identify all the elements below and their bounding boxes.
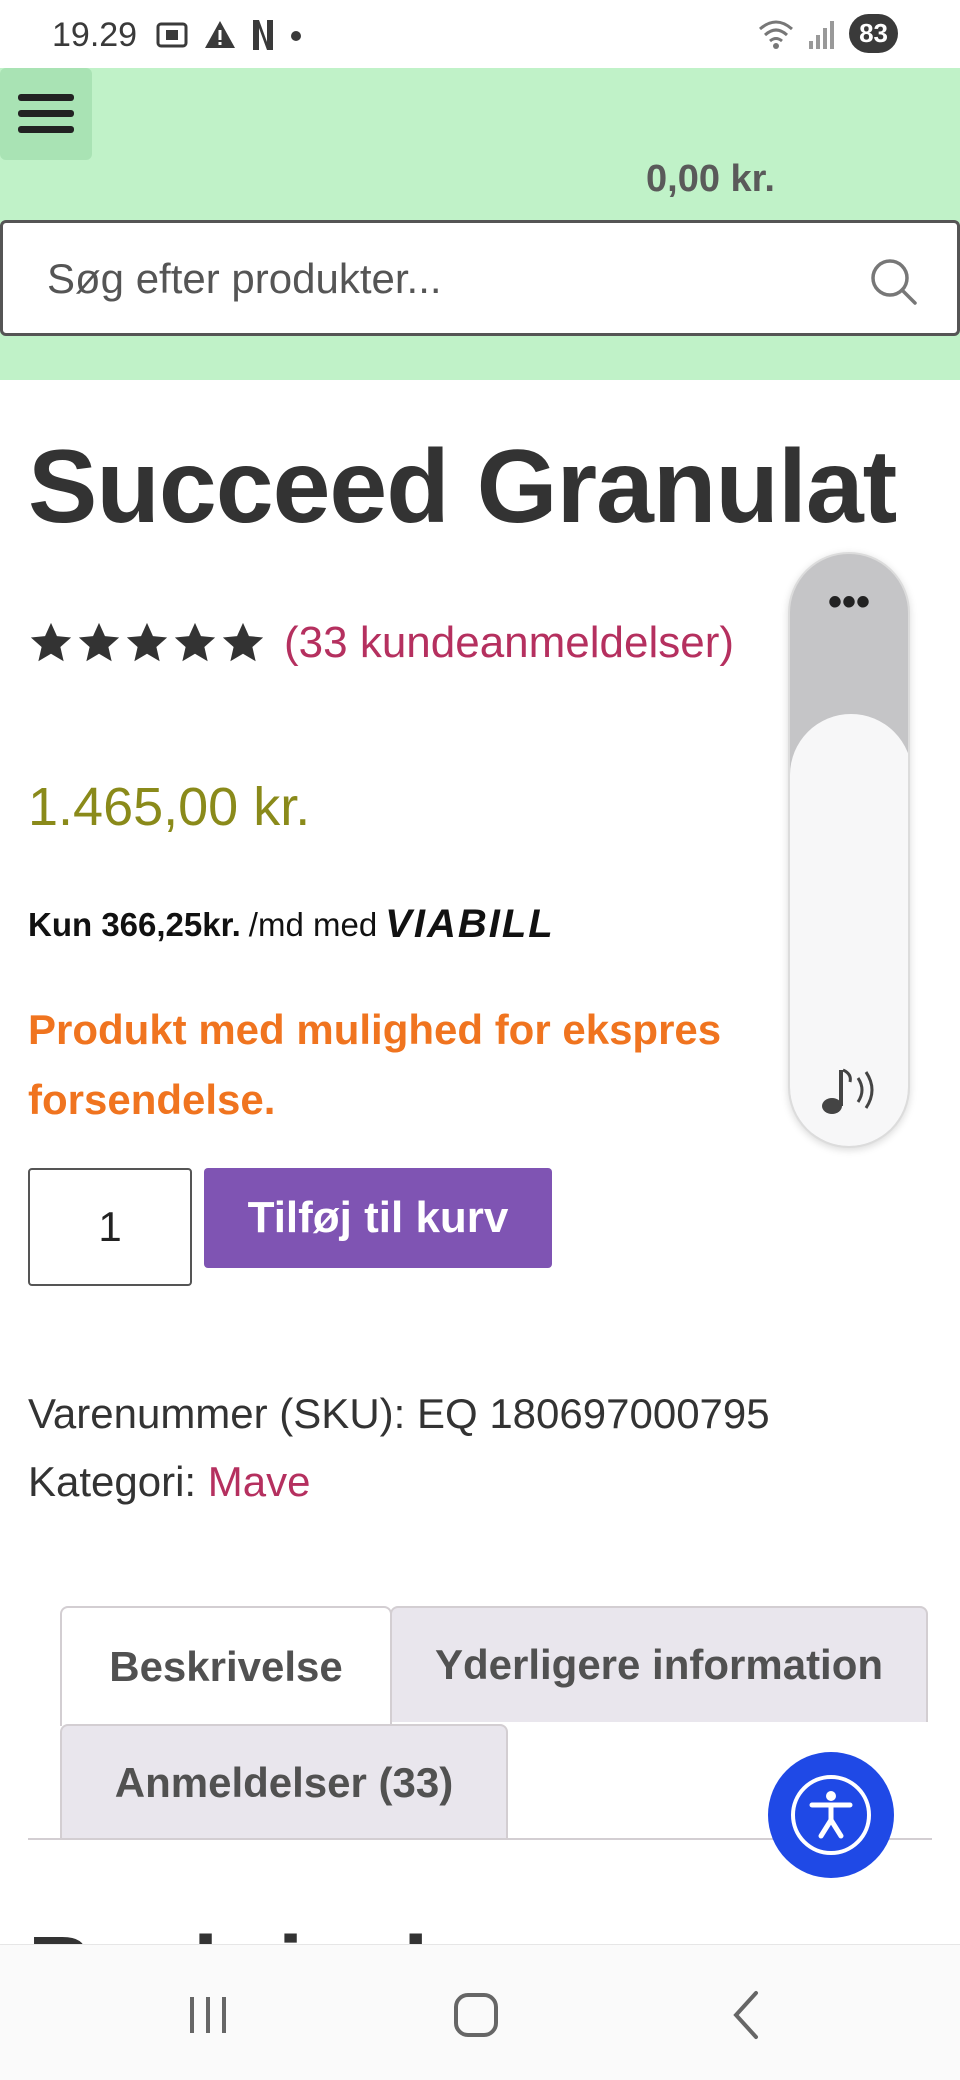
home-icon[interactable] xyxy=(446,1985,506,2045)
wifi-icon xyxy=(759,20,794,49)
sound-icon[interactable] xyxy=(816,1060,886,1120)
warning-icon xyxy=(205,21,235,48)
viabill-logo: VIABILL xyxy=(385,902,555,946)
sound-widget[interactable]: ••• xyxy=(788,552,910,1148)
screenshot-icon xyxy=(156,22,188,48)
tab-additional-info[interactable]: Yderligere information xyxy=(390,1606,928,1722)
search-input[interactable] xyxy=(47,249,827,309)
star-icon xyxy=(174,622,216,662)
search-icon[interactable] xyxy=(869,257,919,307)
category-label: Kategori: xyxy=(28,1458,197,1505)
battery-indicator: 83 xyxy=(849,14,898,53)
status-time: 19.29 xyxy=(52,16,138,54)
status-bar: 19.29 83 xyxy=(0,0,960,68)
back-icon[interactable] xyxy=(718,1985,778,2045)
more-dots-icon[interactable]: ••• xyxy=(790,582,908,622)
signal-icon xyxy=(809,20,835,49)
status-notification-icons xyxy=(155,18,303,52)
dot-icon xyxy=(291,31,301,41)
star-icon xyxy=(78,622,120,662)
hamburger-icon xyxy=(18,94,74,133)
accessibility-button[interactable] xyxy=(768,1752,894,1878)
recents-icon[interactable] xyxy=(178,1985,238,2045)
star-icon xyxy=(222,622,264,662)
site-header: 0,00 kr. xyxy=(0,68,960,380)
category-link[interactable]: Mave xyxy=(208,1458,311,1505)
quantity-input[interactable]: 1 xyxy=(28,1168,192,1286)
rating-row: (33 kundeanmeldelser) xyxy=(28,618,734,668)
category-line: Kategori: Mave xyxy=(28,1448,770,1516)
reviews-link[interactable]: (33 kundeanmeldelser) xyxy=(284,618,734,668)
netflix-icon xyxy=(253,20,273,50)
search-box xyxy=(0,220,960,336)
product-meta: Varenummer (SKU): EQ 180697000795 Katego… xyxy=(28,1380,770,1516)
tab-reviews[interactable]: Anmeldelser (33) xyxy=(60,1724,508,1840)
star-rating xyxy=(28,620,266,666)
menu-button[interactable] xyxy=(0,68,92,160)
viabill-amount: Kun 366,25kr. xyxy=(28,905,241,943)
express-shipping-notice: Produkt med mulighed for ekspres forsend… xyxy=(28,1006,722,1123)
product-price: 1.465,00 kr. xyxy=(28,777,311,837)
add-to-cart-button[interactable]: Tilføj til kurv xyxy=(204,1168,552,1268)
volume-slider[interactable] xyxy=(790,714,908,1146)
cart-total[interactable]: 0,00 kr. xyxy=(646,158,775,201)
star-icon xyxy=(126,622,168,662)
navigation-bar xyxy=(0,1944,960,2080)
accessibility-icon xyxy=(791,1775,871,1855)
star-icon xyxy=(30,622,72,662)
product-title: Succeed Granulat xyxy=(28,429,897,545)
viabill-installment[interactable]: Kun 366,25kr. /md med VIABILL xyxy=(28,902,555,947)
tab-description[interactable]: Beskrivelse xyxy=(60,1606,392,1726)
status-system-icons: 83 xyxy=(757,14,898,53)
viabill-suffix: /md med xyxy=(248,905,378,943)
sku-line: Varenummer (SKU): EQ 180697000795 xyxy=(28,1390,770,1437)
